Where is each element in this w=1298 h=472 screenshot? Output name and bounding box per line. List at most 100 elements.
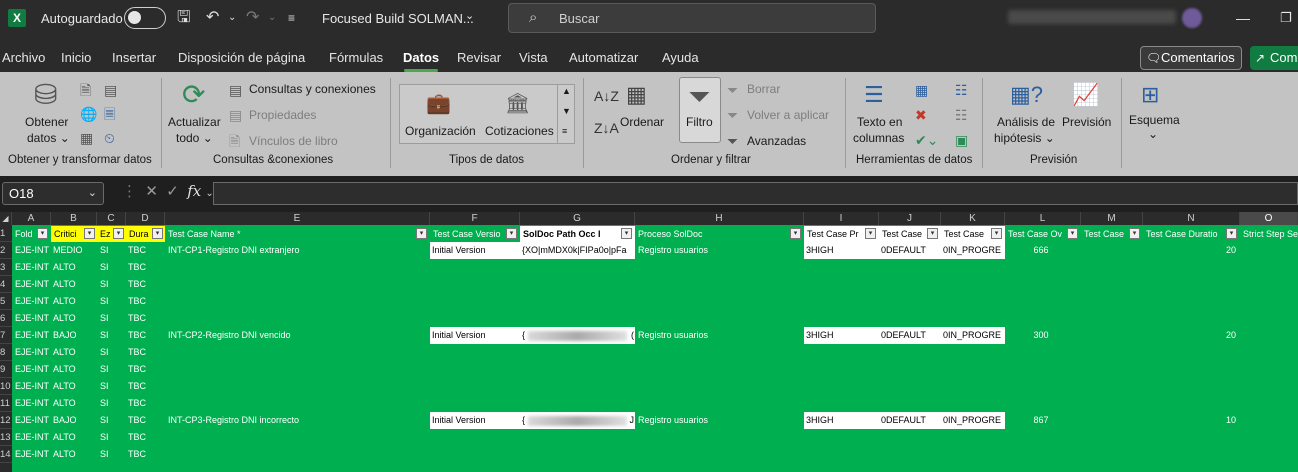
filter-dropdown-icon[interactable]: ▾ — [1226, 228, 1237, 239]
avanzadas-button[interactable]: Avanzadas — [747, 134, 806, 148]
cell-d[interactable]: TBC — [128, 327, 165, 344]
cell-d[interactable]: TBC — [128, 446, 165, 463]
existing-connections-icon[interactable]: 🗏 — [104, 104, 115, 124]
filter-dropdown-icon[interactable]: ▾ — [790, 228, 801, 239]
file-name[interactable]: Focused Build SOLMAN... — [322, 11, 474, 26]
cell-i[interactable]: 3HIGH — [804, 412, 879, 429]
tab-insertar[interactable]: Insertar — [112, 50, 156, 65]
row-header[interactable]: 9 — [0, 361, 12, 378]
relationships-icon[interactable]: ☷ — [955, 105, 968, 125]
analisis-hipotesis-button[interactable]: hipótesis ⌄ — [994, 131, 1055, 145]
row-header[interactable]: 13 — [0, 429, 12, 446]
cell-l[interactable]: 867 — [1005, 412, 1081, 429]
cell-j[interactable]: 0DEFAULT — [879, 412, 941, 429]
cancel-icon[interactable]: ✕ — [145, 183, 158, 200]
column-header-e[interactable]: E — [165, 212, 430, 225]
consolidate-icon[interactable]: ☷ — [955, 80, 968, 100]
tab-vista[interactable]: Vista — [519, 50, 548, 65]
cell-a[interactable]: EJE-INT — [15, 378, 53, 395]
tab-revisar[interactable]: Revisar — [457, 50, 501, 65]
cell-b[interactable]: ALTO — [53, 276, 98, 293]
recent-sources-icon[interactable]: ▤ — [104, 80, 117, 100]
cell-b[interactable]: ALTO — [53, 446, 98, 463]
actualizar-label[interactable]: Actualizar — [168, 115, 221, 129]
cell-c[interactable]: SI — [100, 344, 126, 361]
borrar-button[interactable]: Borrar — [747, 82, 780, 96]
column-header-m[interactable]: M — [1081, 212, 1143, 225]
cell-c[interactable]: SI — [100, 378, 126, 395]
header-cell-h[interactable]: Proceso SolDoc — [635, 226, 804, 242]
texto-en-label[interactable]: Texto en — [857, 115, 902, 129]
cell-j[interactable]: 0DEFAULT — [879, 327, 941, 344]
avatar[interactable] — [1182, 8, 1202, 28]
filter-dropdown-icon[interactable]: ▾ — [621, 228, 632, 239]
tab-automatizar[interactable]: Automatizar — [569, 50, 638, 65]
row-header[interactable]: 4 — [0, 276, 12, 293]
cell-c[interactable]: SI — [100, 242, 126, 259]
cell-b[interactable]: ALTO — [53, 361, 98, 378]
cell-a[interactable]: EJE-INT — [15, 412, 53, 429]
redo-dropdown-icon[interactable]: ⌄ — [268, 8, 276, 28]
cell-c[interactable]: SI — [100, 429, 126, 446]
column-header-a[interactable]: A — [12, 212, 51, 225]
column-header-k[interactable]: K — [941, 212, 1005, 225]
esquema-dropdown-icon[interactable]: ⌄ — [1148, 127, 1158, 141]
cell-n[interactable]: 20 — [1143, 327, 1240, 344]
actualizar-todo-button[interactable]: todo ⌄ — [176, 131, 213, 145]
tab-formulas[interactable]: Fórmulas — [329, 50, 383, 65]
cell-a[interactable]: EJE-INT — [15, 242, 53, 259]
cell-h[interactable]: Registro usuarios — [638, 327, 804, 344]
cell-f[interactable]: Initial Version — [430, 412, 520, 429]
tab-disposicion[interactable]: Disposición de página — [178, 50, 305, 65]
cell-a[interactable]: EJE-INT — [15, 293, 53, 310]
cell-f[interactable]: Initial Version — [430, 327, 520, 344]
chevron-down-icon[interactable]: ⌄ — [88, 186, 97, 199]
cell-h[interactable]: Registro usuarios — [638, 242, 804, 259]
sort-za-icon[interactable]: Z↓A — [594, 118, 619, 138]
name-box[interactable]: O18 ⌄ — [2, 182, 104, 205]
cell-d[interactable]: TBC — [128, 429, 165, 446]
insert-function-icon[interactable]: fx — [187, 182, 201, 200]
cell-c[interactable]: SI — [100, 395, 126, 412]
cell-b[interactable]: ALTO — [53, 395, 98, 412]
filter-dropdown-icon[interactable]: ▾ — [927, 228, 938, 239]
esquema-button[interactable]: Esquema — [1129, 113, 1180, 127]
cell-b[interactable]: BAJO — [53, 327, 98, 344]
cell-n[interactable]: 20 — [1143, 242, 1240, 259]
data-model-icon[interactable]: ▣ — [955, 130, 968, 150]
prevision-button[interactable]: Previsión — [1062, 115, 1111, 129]
cell-c[interactable]: SI — [100, 293, 126, 310]
cell-k[interactable]: 0IN_PROGRE — [941, 242, 1005, 259]
gallery-more-icon[interactable]: ≡ — [562, 126, 567, 136]
row-header[interactable]: 6 — [0, 310, 12, 327]
tab-ayuda[interactable]: Ayuda — [662, 50, 699, 65]
cell-a[interactable]: EJE-INT — [15, 395, 53, 412]
row-header[interactable]: 12 — [0, 412, 12, 429]
formula-input[interactable] — [213, 182, 1298, 205]
cell-e[interactable]: INT-CP3-Registro DNI incorrecto — [168, 412, 430, 429]
cell-g[interactable]: {XO|mMDX0k|FIPa0o|pFa — [520, 242, 635, 259]
sort-az-icon[interactable]: A↓Z — [594, 86, 619, 106]
cell-d[interactable]: TBC — [128, 276, 165, 293]
cell-l[interactable]: 300 — [1005, 327, 1081, 344]
obtener-datos-button[interactable]: datos ⌄ — [27, 131, 70, 145]
header-cell-e[interactable]: Test Case Name * — [165, 226, 430, 242]
from-web-icon[interactable]: 🌐 — [80, 104, 97, 124]
gallery-scroll[interactable]: ▲ ▼ ≡ — [557, 84, 574, 144]
filter-dropdown-icon[interactable]: ▾ — [416, 228, 427, 239]
row-header[interactable]: 3 — [0, 259, 12, 276]
undo-dropdown-icon[interactable]: ⌄ — [228, 8, 236, 28]
gallery-down-icon[interactable]: ▼ — [562, 106, 571, 116]
obtener-datos-label[interactable]: Obtener — [25, 115, 68, 129]
vinculos-button[interactable]: Vínculos de libro — [249, 134, 338, 148]
cell-n[interactable]: 10 — [1143, 412, 1240, 429]
save-icon[interactable]: 🖫 — [177, 8, 191, 28]
undo-icon[interactable]: ↶ — [206, 8, 219, 28]
row-header[interactable]: 7 — [0, 327, 12, 344]
worksheet-grid[interactable]: Fold ▾ Critici ▾ Ez ▾ Dura ▾ Test Case N… — [12, 225, 1298, 472]
restore-icon[interactable]: ❐ — [1280, 10, 1292, 26]
texto-columnas-button[interactable]: columnas — [853, 131, 904, 145]
cell-b[interactable]: ALTO — [53, 310, 98, 327]
column-header-g[interactable]: G — [520, 212, 635, 225]
cell-d[interactable]: TBC — [128, 242, 165, 259]
